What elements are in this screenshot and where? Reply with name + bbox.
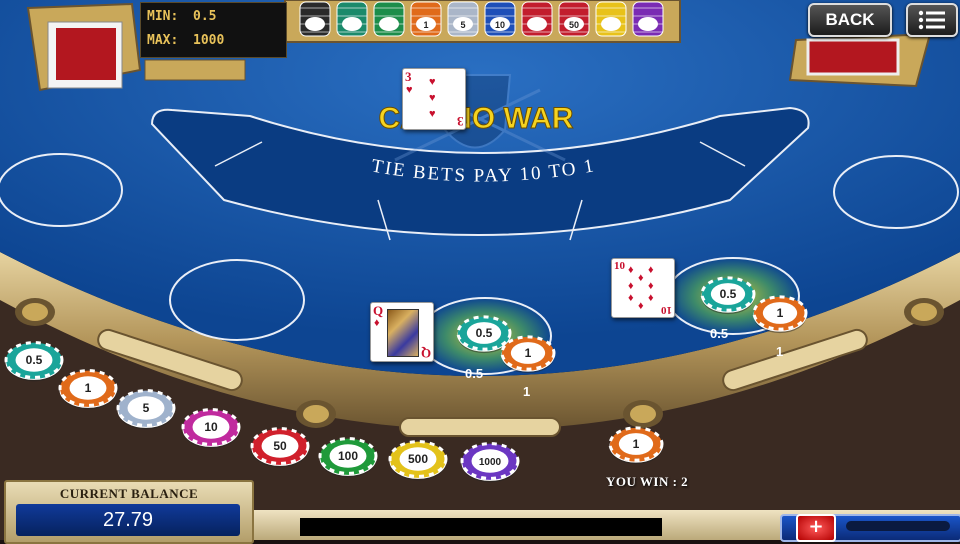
bet-amount: 0.5 [710,326,729,341]
diamond-suit-icon: ♦ [628,264,634,276]
chip-value: 500 [408,452,428,466]
cup-holder [623,400,663,428]
back-button[interactable]: BACK [808,3,892,37]
rack-chip-stack [336,1,368,37]
chip-5-button[interactable]: 5 [116,389,176,430]
rack-chip-stack [632,1,664,37]
dealer-card-rank-inverted: 3 [456,114,464,129]
rack-chip-stack [595,1,627,37]
heart-suit-icon: ♥ [429,76,436,88]
heart-suit-icon: ♥ [429,108,436,120]
heart-suit-icon: ♥ [406,84,413,96]
cup-holder [904,298,944,326]
war-amount: 1 [776,344,784,359]
player-card-rank: Q [373,303,384,318]
discard-tray [788,32,932,88]
player-card-rank-inverted: 10 [661,304,672,316]
chip-value: 50 [273,439,287,453]
chip-value: 1 [777,306,784,320]
min-limit-value: 0.5 [193,9,217,24]
rack-chip-stack [521,1,553,37]
rack-chip-stack: 1 [410,1,442,37]
player-card: Q ♦ Q [370,302,434,362]
diamond-suit-icon: ♦ [638,272,644,284]
chip-value: 10 [204,420,218,434]
chip-value: 1 [85,381,92,395]
chip-1000-button[interactable]: 1000 [460,442,520,483]
balance-label: CURRENT BALANCE [59,486,199,501]
diamond-suit-icon: ♦ [628,280,634,292]
heart-suit-icon: ♥ [429,92,436,104]
chip-value: 1000 [479,457,502,468]
rack-chip-value: 1 [423,20,428,30]
bet-amount: 0.5 [465,366,484,381]
rack-chip-stack: 10 [484,1,516,37]
dealer-card: 3 ♥ ♥ ♥ ♥ 3 [402,68,466,130]
rack-chip-stack: 50 [558,1,590,37]
volume-slider-track[interactable] [846,521,950,531]
war-amount: 1 [523,384,531,399]
diamond-suit-icon: ♦ [638,300,644,312]
war-chip: 1 [752,295,808,334]
balance-value: 27.79 [16,504,240,536]
queen-face-icon [387,309,419,357]
add-button[interactable]: + [796,514,836,542]
war-chip: 1 [500,335,556,374]
diamond-suit-icon: ♦ [648,280,654,292]
diamond-suit-icon: ♦ [628,292,634,304]
chip-value: 0.5 [720,287,737,301]
chip-value: 1 [525,346,532,360]
max-limit-label: MAX: [147,33,179,48]
chip-500-button[interactable]: 500 [388,440,448,481]
rack-chip-stack: 5 [447,1,479,37]
chip-50-button[interactable]: 50 [250,427,310,468]
casino-war-table: CASINO WAR TIE BETS PAY 10 TO 1 1 5 10 50 0… [0,0,960,540]
you-win-text: YOU WIN : 2 [606,474,689,489]
win-chip: 1 [608,426,664,465]
chip-1-button[interactable]: 1 [58,369,118,410]
cup-holder [296,400,336,428]
chip-value: 0.5 [476,326,493,340]
message-bar [300,518,662,536]
hamburger-menu-icon[interactable] [906,3,958,37]
rack-chip-value: 10 [495,20,505,30]
max-limit-value: 1000 [193,33,225,48]
chip-value: 100 [338,449,358,463]
diamond-suit-icon: ♦ [374,317,380,329]
cup-holder [15,298,55,326]
diamond-suit-icon: ♦ [648,292,654,304]
bet-chip: 0.5 [700,276,756,315]
chip-value: 1 [633,437,640,451]
chip-100-button[interactable]: 100 [318,437,378,478]
rack-chip-value: 5 [460,20,465,30]
dealer-card-rank: 3 [405,69,412,84]
player-card-rank-inverted: Q [420,346,431,361]
rack-chip-stack [299,1,331,37]
chip-0.5-button[interactable]: 0.5 [4,341,64,382]
player-card: 10 ♦ ♦ ♦ ♦ ♦ ♦ ♦ ♦ 10 [611,258,675,318]
min-limit-label: MIN: [147,9,179,24]
table-limits-panel: MIN: 0.5 MAX: 1000 [140,2,287,58]
chip-10-button[interactable]: 10 [181,408,241,449]
chip-value: 5 [143,401,150,415]
rack-chip-value: 50 [569,20,579,30]
balance-panel: CURRENT BALANCE 27.79 [4,480,254,544]
rack-chip-stack [373,1,405,37]
chip-value: 0.5 [26,353,43,367]
player-card-rank: 10 [614,260,625,272]
diamond-suit-icon: ♦ [648,264,654,276]
rail-handle [399,417,561,437]
